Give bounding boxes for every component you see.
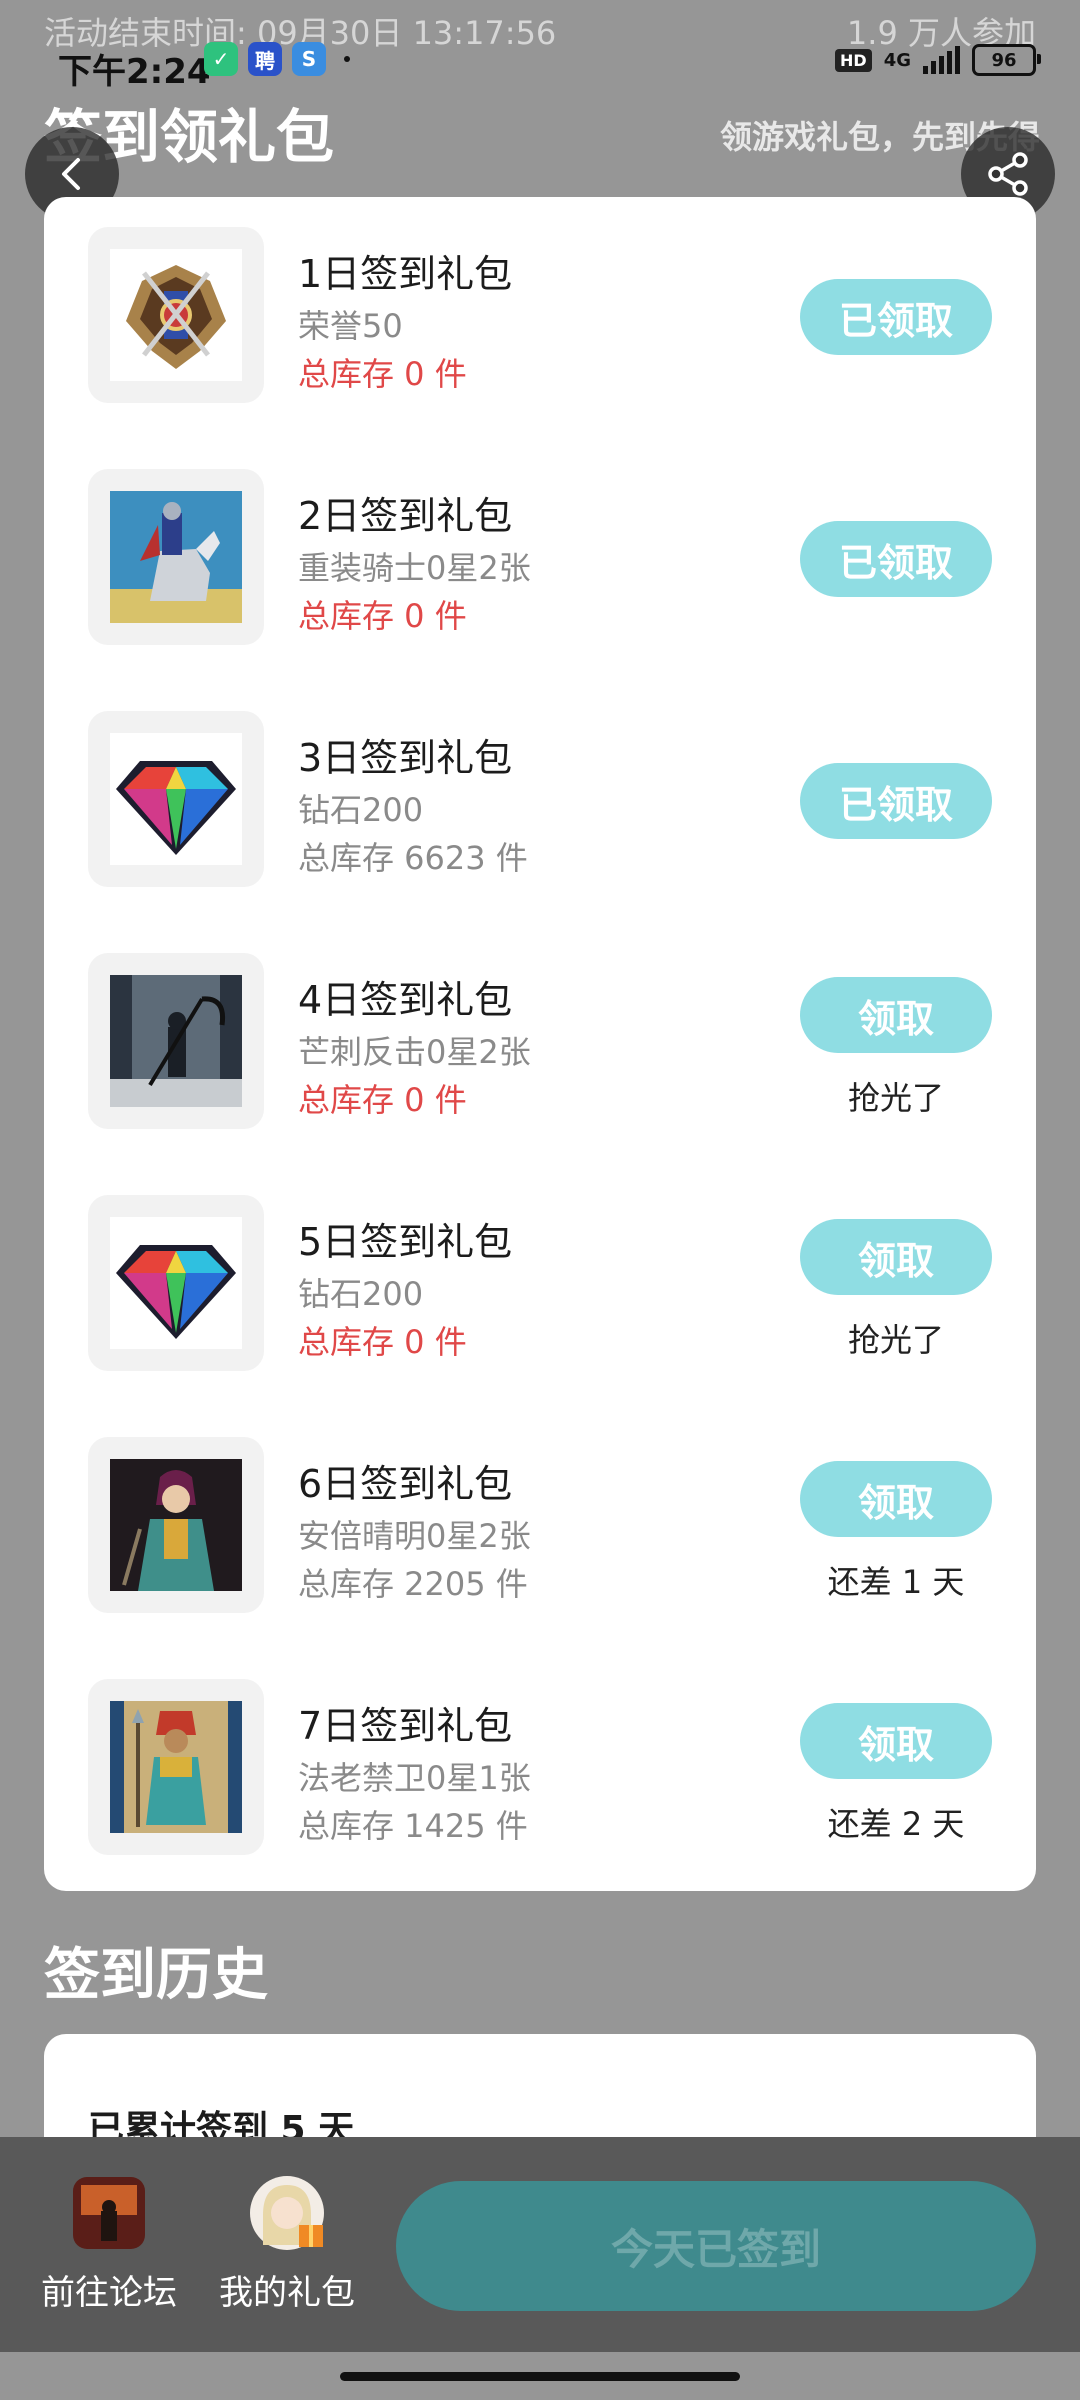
game-forum-icon — [71, 2175, 147, 2251]
gift-thumbnail — [88, 953, 264, 1129]
gift-name: 7日签到礼包 — [298, 1704, 513, 1748]
chevron-left-icon — [62, 158, 80, 190]
shield-app-icon: ✓ — [204, 42, 238, 76]
gift-name: 6日签到礼包 — [298, 1462, 513, 1506]
gift-row-day-6: 6日签到礼包 安倍晴明0星2张 总库存 2205 件 领取 还差 1 天 — [44, 1407, 1036, 1649]
battery-icon: 96 — [972, 44, 1041, 76]
claimed-button[interactable]: 已领取 — [800, 763, 992, 839]
hd-badge: HD — [835, 48, 872, 72]
gift-description: 法老禁卫0星1张 — [298, 1759, 531, 1797]
days-remaining-note: 还差 1 天 — [827, 1563, 965, 1601]
bottom-action-bar: 前往论坛 我的礼包 今天已签到 — [0, 2137, 1080, 2352]
claim-button[interactable]: 领取 — [800, 977, 992, 1053]
gift-name: 4日签到礼包 — [298, 978, 513, 1022]
gift-row-day-2: 2日签到礼包 重装骑士0星2张 总库存 0 件 已领取 — [44, 439, 1036, 681]
gift-thumbnail — [88, 469, 264, 645]
avatar-gift-icon — [249, 2175, 325, 2251]
share-icon — [988, 152, 1028, 196]
forum-label: 前往论坛 — [41, 2273, 177, 2313]
gift-stock: 总库存 0 件 — [298, 597, 467, 635]
gift-thumbnail — [88, 711, 264, 887]
gift-stock: 总库存 0 件 — [298, 355, 467, 393]
gift-thumbnail — [88, 1195, 264, 1371]
gift-row-day-5: 5日签到礼包 钻石200 总库存 0 件 领取 抢光了 — [44, 1165, 1036, 1407]
diamond-icon — [116, 761, 236, 855]
emblem-icon — [126, 265, 226, 369]
gift-description: 芒刺反击0星2张 — [298, 1033, 531, 1071]
dot-icon — [344, 56, 350, 62]
claim-button[interactable]: 领取 — [800, 1461, 992, 1537]
gift-description: 安倍晴明0星2张 — [298, 1517, 531, 1555]
gift-description: 重装骑士0星2张 — [298, 549, 531, 587]
gift-thumbnail — [88, 1679, 264, 1855]
pharaoh-guard-icon — [110, 1701, 242, 1833]
my-gifts-label: 我的礼包 — [219, 2273, 355, 2313]
claimed-button[interactable]: 已领取 — [800, 521, 992, 597]
history-title: 签到历史 — [44, 1943, 268, 2008]
gift-thumbnail — [88, 227, 264, 403]
soul-app-icon: S — [292, 42, 326, 76]
gift-stock: 总库存 0 件 — [298, 1081, 467, 1119]
gift-stock: 总库存 1425 件 — [298, 1807, 528, 1845]
my-gifts-button[interactable]: 我的礼包 — [212, 2175, 362, 2314]
battery-level: 96 — [991, 49, 1017, 71]
days-remaining-note: 还差 2 天 — [827, 1805, 965, 1843]
gift-description: 钻石200 — [298, 791, 424, 829]
gift-row-day-4: 4日签到礼包 芒刺反击0星2张 总库存 0 件 领取 抢光了 — [44, 923, 1036, 1165]
gift-row-day-1: 1日签到礼包 荣誉50 总库存 0 件 已领取 — [44, 197, 1036, 439]
claim-button[interactable]: 领取 — [800, 1219, 992, 1295]
gift-row-day-7: 7日签到礼包 法老禁卫0星1张 总库存 1425 件 领取 还差 2 天 — [44, 1649, 1036, 1891]
gift-description: 荣誉50 — [298, 307, 403, 345]
status-right: HD 4G 96 — [835, 44, 1041, 76]
gift-thumbnail — [88, 1437, 264, 1613]
claimed-button[interactable]: 已领取 — [800, 279, 992, 355]
gift-name: 2日签到礼包 — [298, 494, 513, 538]
gift-stock: 总库存 6623 件 — [298, 839, 528, 877]
sold-out-note: 抢光了 — [847, 1079, 944, 1117]
forum-button[interactable]: 前往论坛 — [34, 2175, 184, 2314]
home-indicator[interactable] — [340, 2372, 740, 2381]
status-app-icons: ✓ 聘 S — [204, 42, 350, 76]
recruit-app-icon: 聘 — [248, 42, 282, 76]
scythe-warrior-icon — [110, 975, 242, 1107]
sold-out-note: 抢光了 — [847, 1321, 944, 1359]
diamond-icon — [116, 1245, 236, 1339]
onmyoji-icon — [110, 1459, 242, 1591]
gift-stock: 总库存 2205 件 — [298, 1565, 528, 1603]
signed-today-button[interactable]: 今天已签到 — [396, 2181, 1036, 2311]
status-time: 下午2:24 — [58, 52, 211, 92]
gift-list-card: 1日签到礼包 荣誉50 总库存 0 件 已领取 2日签到礼包 重装骑士0星2张 … — [44, 197, 1036, 1891]
gift-name: 1日签到礼包 — [298, 252, 513, 296]
claim-button[interactable]: 领取 — [800, 1703, 992, 1779]
gift-name: 5日签到礼包 — [298, 1220, 513, 1264]
gift-row-day-3: 3日签到礼包 钻石200 总库存 6623 件 已领取 — [44, 681, 1036, 923]
network-type: 4G — [883, 49, 911, 71]
knight-icon — [110, 491, 242, 623]
gift-stock: 总库存 0 件 — [298, 1323, 467, 1361]
gift-description: 钻石200 — [298, 1275, 424, 1313]
gift-name: 3日签到礼包 — [298, 736, 513, 780]
signal-icon — [923, 46, 960, 74]
